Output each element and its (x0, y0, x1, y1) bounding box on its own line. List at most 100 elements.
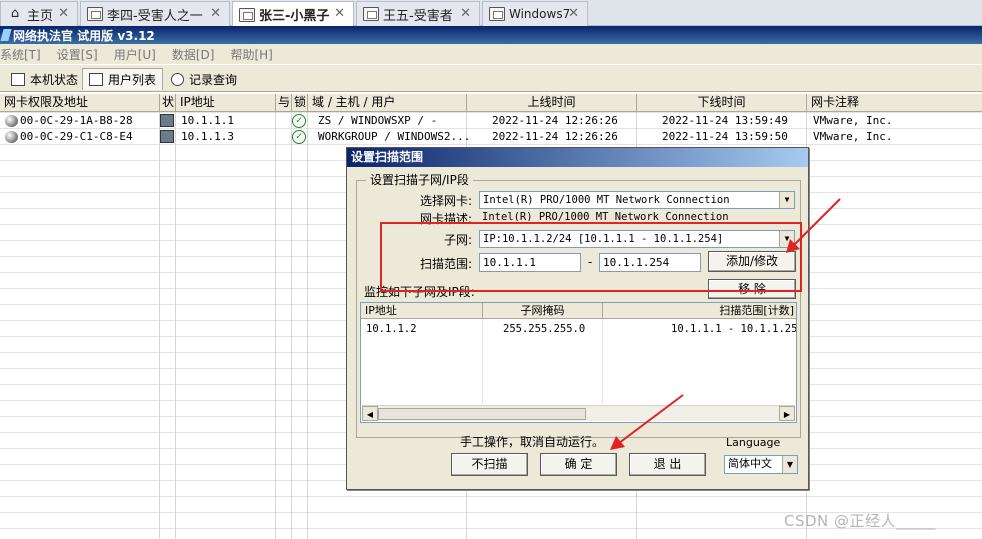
vm-tab-bar: ⌂ 主页 ✕ 李四-受害人之一 ✕ 张三-小黑子 ✕ 王五-受害者 ✕ Wind… (0, 0, 982, 27)
col-online[interactable]: 上线时间 (467, 94, 637, 112)
vm-tab-lisi[interactable]: 李四-受害人之一 ✕ (80, 1, 230, 26)
nic-icon (5, 115, 18, 127)
nic-label: 选择网卡: (419, 194, 472, 208)
cell-offline: 2022-11-24 13:59:49 (662, 114, 788, 127)
list-cell-ip: 10.1.1.2 (366, 323, 417, 335)
grid-header: 网卡权限及地址 状 IP地址 与 锁 域 / 主机 / 用户 上线时间 下线时间… (0, 94, 982, 112)
language-label: Language (726, 436, 781, 449)
cell-ip: 10.1.1.1 (181, 114, 234, 127)
menu-data[interactable]: 数据[D] (172, 46, 215, 63)
vm-tab-label: 王五-受害者 (383, 8, 453, 24)
magnifier-icon (171, 72, 184, 86)
menu-help[interactable]: 帮助[H] (230, 46, 272, 63)
table-row[interactable]: 00-0C-29-C1-C8-E4 10.1.1.3 ✓ WORKGROUP /… (0, 129, 982, 145)
check-icon: ✓ (292, 114, 306, 128)
app-title: 网络执法官 试用版 v3.12 (13, 28, 155, 43)
scroll-thumb[interactable] (378, 408, 586, 420)
vm-tab-wangwu[interactable]: 王五-受害者 ✕ (356, 1, 480, 26)
list-icon (89, 73, 103, 86)
cell-note: VMware, Inc. (813, 130, 893, 143)
watermark: CSDN @正经人_____ (784, 512, 937, 530)
nic-icon (5, 131, 18, 143)
list-divider (482, 320, 483, 404)
col-status[interactable]: 状 (160, 94, 176, 112)
dropdown-arrow-icon[interactable]: ▼ (779, 192, 794, 208)
check-icon: ✓ (292, 130, 306, 144)
col-ip[interactable]: IP地址 (176, 94, 276, 112)
cell-online: 2022-11-24 12:26:26 (492, 130, 618, 143)
vm-tab-label: Windows7 (509, 7, 571, 21)
col-offline[interactable]: 下线时间 (637, 94, 807, 112)
list-col-ip[interactable]: IP地址 (361, 303, 483, 319)
grid-divider (159, 112, 160, 539)
menu-bar: 系统[T] 设置[S] 用户[U] 数据[D] 帮助[H] (0, 44, 982, 64)
toolbar: 本机状态 用户列表 记录查询 (0, 64, 982, 92)
tab-user-list[interactable]: 用户列表 (82, 68, 164, 90)
vm-tab-windows7[interactable]: Windows7 ✕ (482, 1, 588, 26)
vm-tab-label: 主页 (27, 8, 54, 24)
table-row[interactable]: 00-0C-29-1A-B8-28 10.1.1.1 ✓ ZS / WINDOW… (0, 113, 982, 129)
list-cell-mask: 255.255.255.0 (503, 323, 586, 335)
nic-select[interactable]: Intel(R) PRO/1000 MT Network Connection … (479, 191, 795, 209)
language-select[interactable]: 简体中文 ▼ (724, 455, 798, 474)
grid-divider (291, 112, 292, 539)
group-label: 设置扫描子网/IP段 (366, 171, 473, 188)
list-col-range[interactable]: 扫描范围[计数] (603, 303, 796, 319)
col-lock[interactable]: 锁 (292, 94, 308, 112)
close-icon[interactable]: ✕ (210, 6, 221, 21)
app-icon (0, 29, 12, 41)
nic-select-value: Intel(R) PRO/1000 MT Network Connection (483, 194, 730, 206)
cell-ip: 10.1.1.3 (181, 130, 234, 143)
computer-icon (160, 114, 174, 127)
tab-local-status[interactable]: 本机状态 (4, 68, 85, 90)
menu-users[interactable]: 用户[U] (114, 46, 156, 63)
computer-icon (160, 130, 174, 143)
close-icon[interactable]: ✕ (568, 6, 579, 21)
close-icon[interactable]: ✕ (334, 6, 345, 21)
vm-icon (489, 7, 505, 21)
vm-icon (87, 7, 103, 21)
close-icon[interactable]: ✕ (58, 6, 69, 21)
vm-tab-label: 李四-受害人之一 (107, 8, 203, 24)
list-divider (602, 320, 603, 404)
monitor-icon (11, 72, 25, 86)
no-scan-button[interactable]: 不扫描 (451, 453, 528, 476)
cell-offline: 2022-11-24 13:59:50 (662, 130, 788, 143)
vm-icon (239, 7, 255, 22)
cell-online: 2022-11-24 12:26:26 (492, 114, 618, 127)
vm-icon (363, 7, 379, 21)
ok-button[interactable]: 确 定 (540, 453, 617, 476)
grid-divider (307, 112, 308, 539)
vm-tab-home[interactable]: ⌂ 主页 ✕ (0, 1, 78, 26)
vm-tab-zhangsan[interactable]: 张三-小黑子 ✕ (232, 1, 354, 27)
list-cell-range: 10.1.1.1 - 10.1.1.254 (671, 323, 797, 335)
cell-mac: 00-0C-29-1A-B8-28 (20, 114, 133, 127)
nic-desc-value: Intel(R) PRO/1000 MT Network Connection (482, 211, 729, 221)
list-col-mask[interactable]: 子网掩码 (483, 303, 603, 319)
exit-button[interactable]: 退 出 (629, 453, 706, 476)
tab-label: 本机状态 (30, 72, 79, 87)
scroll-left-icon[interactable]: ◀ (362, 406, 378, 421)
dropdown-arrow-icon[interactable]: ▼ (782, 456, 797, 473)
menu-system[interactable]: 系统[T] (0, 46, 41, 63)
col-with[interactable]: 与 (276, 94, 292, 112)
subnet-list[interactable]: IP地址 子网掩码 扫描范围[计数] 10.1.1.2 255.255.255.… (360, 302, 797, 423)
col-host[interactable]: 域 / 主机 / 用户 (308, 94, 467, 112)
menu-settings[interactable]: 设置[S] (57, 46, 98, 63)
col-note[interactable]: 网卡注释 (807, 94, 982, 112)
dialog-title: 设置扫描范围 (347, 148, 808, 167)
tab-label: 用户列表 (108, 73, 157, 87)
horizontal-scrollbar[interactable]: ◀ ▶ (362, 405, 795, 421)
tab-record-query[interactable]: 记录查询 (164, 68, 244, 90)
grid-divider (275, 112, 276, 539)
close-icon[interactable]: ✕ (460, 6, 471, 21)
highlight-box (380, 222, 802, 292)
manual-note: 手工操作，取消自动运行。 (460, 435, 605, 449)
vm-tab-label: 张三-小黑子 (259, 9, 330, 24)
col-mac[interactable]: 网卡权限及地址 (0, 94, 160, 112)
cell-mac: 00-0C-29-C1-C8-E4 (20, 130, 133, 143)
cell-host: ZS / WINDOWSXP / - (318, 114, 438, 127)
tab-label: 记录查询 (189, 72, 238, 87)
scroll-right-icon[interactable]: ▶ (779, 406, 795, 421)
grid-divider (175, 112, 176, 539)
